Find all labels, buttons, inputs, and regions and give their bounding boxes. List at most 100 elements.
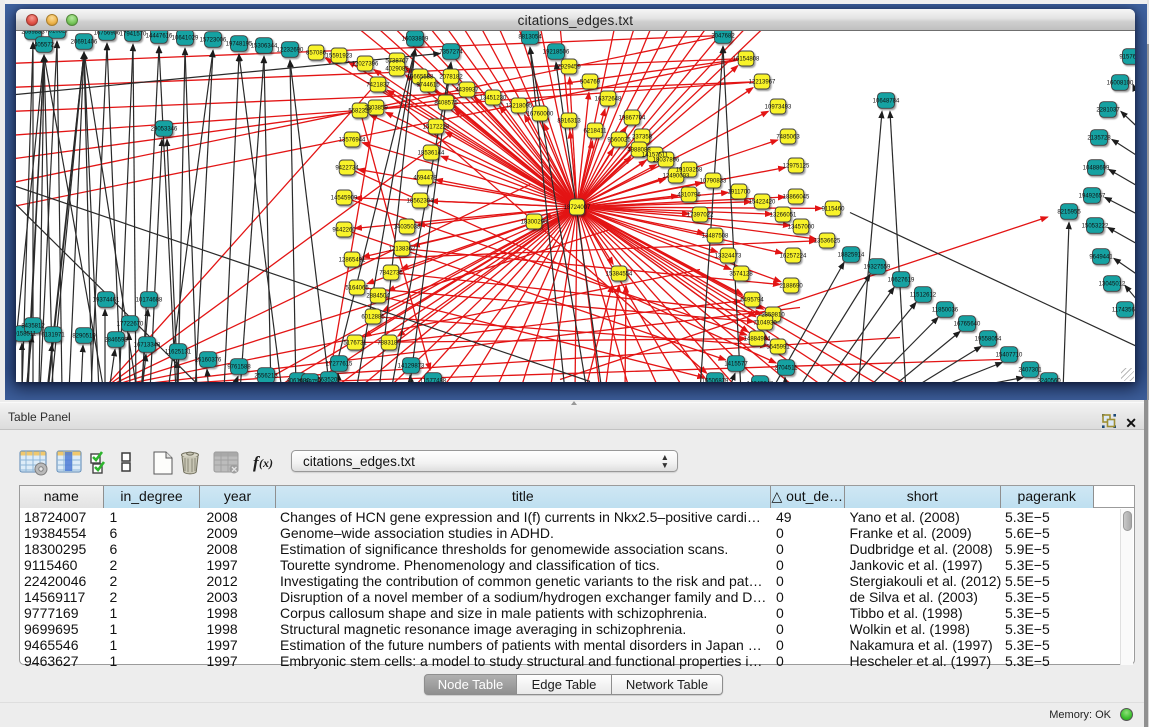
svg-text:2407301: 2407301	[1019, 368, 1043, 374]
svg-text:8408575: 8408575	[435, 101, 459, 107]
svg-text:7929459: 7929459	[558, 65, 582, 71]
svg-text:405572: 405572	[34, 43, 55, 49]
svg-text:16760000: 16760000	[527, 112, 554, 118]
svg-text:7357274: 7357274	[440, 50, 464, 56]
svg-text:19558054: 19558054	[975, 337, 1002, 343]
svg-text:5545991: 5545991	[767, 345, 791, 351]
svg-text:7883180: 7883180	[378, 341, 402, 347]
svg-text:12975125: 12975125	[783, 164, 810, 170]
svg-text:14447616: 14447616	[146, 34, 173, 40]
svg-text:6218411: 6218411	[584, 129, 608, 135]
svg-text:19748195: 19748195	[226, 42, 253, 48]
svg-text:17722670: 17722670	[117, 322, 144, 328]
svg-text:4694478: 4694478	[414, 176, 438, 182]
svg-text:237358: 237358	[632, 135, 653, 141]
svg-text:14129873: 14129873	[398, 364, 425, 370]
svg-text:7485063: 7485063	[777, 135, 801, 141]
svg-text:7842735: 7842735	[380, 271, 404, 277]
svg-text:15591923: 15591923	[326, 54, 353, 60]
svg-text:12232690: 12232690	[277, 48, 304, 54]
svg-text:15723006: 15723006	[200, 38, 227, 44]
svg-text:20691406: 20691406	[71, 40, 98, 46]
svg-text:9560025: 9560025	[608, 138, 632, 144]
svg-text:2281037: 2281037	[1097, 108, 1121, 114]
svg-text:16665588: 16665588	[407, 75, 434, 81]
svg-text:11625131: 11625131	[165, 350, 192, 356]
svg-text:14249848: 14249848	[747, 382, 774, 383]
svg-text:1415577: 1415577	[725, 362, 749, 368]
svg-text:16154808: 16154808	[733, 57, 760, 63]
svg-text:2135728: 2135728	[1088, 136, 1112, 142]
svg-text:10158511: 10158511	[16, 332, 37, 338]
svg-text:5199754: 5199754	[299, 380, 323, 383]
svg-text:13266051: 13266051	[770, 213, 797, 219]
svg-text:16008100: 16008100	[1107, 81, 1134, 87]
svg-text:16713348: 16713348	[134, 343, 161, 349]
svg-text:2099883: 2099883	[22, 31, 46, 36]
svg-text:18825914: 18825914	[838, 253, 865, 259]
svg-text:13451230: 13451230	[480, 96, 507, 102]
svg-text:18037896: 18037896	[653, 158, 680, 164]
svg-text:5164065: 5164065	[346, 286, 370, 292]
svg-text:8916313: 8916313	[558, 119, 582, 125]
svg-text:8290519: 8290519	[73, 334, 97, 340]
svg-text:18536144: 18536144	[418, 151, 445, 157]
svg-text:16033809: 16033809	[402, 37, 429, 43]
svg-text:7104930: 7104930	[754, 321, 778, 327]
svg-text:10174688: 10174688	[136, 298, 163, 304]
svg-text:6131971: 6131971	[42, 333, 66, 339]
svg-text:5738767: 5738767	[386, 59, 410, 65]
svg-text:10790833: 10790833	[700, 179, 727, 185]
svg-text:15172228: 15172228	[423, 125, 450, 131]
svg-text:16257224: 16257224	[780, 254, 807, 260]
svg-text:4029082: 4029082	[386, 67, 410, 73]
svg-text:3240560: 3240560	[1038, 379, 1062, 383]
svg-text:6012885: 6012885	[362, 315, 386, 321]
svg-text:12138362: 12138362	[389, 247, 416, 253]
svg-text:857086: 857086	[306, 51, 327, 57]
svg-text:12490093: 12490093	[663, 174, 690, 180]
svg-text:14884984: 14884984	[744, 337, 771, 343]
svg-text:19327559: 19327559	[864, 265, 891, 271]
svg-text:2047682: 2047682	[712, 34, 736, 40]
svg-text:29053346: 29053346	[151, 127, 178, 133]
svg-text:19374461: 19374461	[93, 298, 120, 304]
svg-text:18300295: 18300295	[521, 220, 548, 226]
svg-text:17941570: 17941570	[120, 32, 147, 38]
svg-text:14035038: 14035038	[394, 225, 421, 231]
svg-text:10648784: 10648784	[873, 99, 900, 105]
svg-text:13457000: 13457000	[788, 225, 815, 231]
svg-text:15306344: 15306344	[251, 44, 278, 50]
svg-text:13487508: 13487508	[702, 234, 729, 240]
svg-text:9649441: 9649441	[1090, 255, 1114, 261]
svg-text:15384554: 15384554	[606, 272, 633, 278]
svg-text:2556213: 2556213	[255, 374, 279, 380]
svg-text:16372648: 16372648	[595, 97, 622, 103]
svg-text:17397022: 17397022	[687, 213, 714, 219]
svg-text:2704511: 2704511	[775, 366, 799, 372]
svg-text:8813054: 8813054	[519, 35, 543, 41]
svg-text:9442260: 9442260	[333, 228, 357, 234]
svg-text:12213967: 12213967	[749, 80, 776, 86]
svg-text:13324473: 13324473	[715, 254, 742, 260]
svg-text:15422420: 15422420	[749, 200, 776, 206]
svg-text:19103258: 19103258	[676, 168, 703, 174]
svg-text:504769: 504769	[580, 80, 601, 86]
svg-text:14545909: 14545909	[331, 196, 358, 202]
svg-text:13045012: 13045012	[1099, 282, 1126, 288]
svg-text:18724007: 18724007	[564, 205, 591, 211]
svg-text:13218095: 13218095	[506, 104, 533, 110]
svg-text:9157659: 9157659	[1120, 55, 1135, 61]
svg-text:10488699: 10488699	[1083, 166, 1110, 172]
svg-text:12027396: 12027396	[352, 62, 379, 68]
svg-text:9761588: 9761588	[228, 365, 252, 371]
svg-text:6495794: 6495794	[741, 298, 765, 304]
svg-text:18562304: 18562304	[407, 199, 434, 205]
svg-text:8215955: 8215955	[1058, 210, 1082, 216]
svg-text:4310796: 4310796	[678, 193, 702, 199]
svg-text:9115460: 9115460	[822, 207, 846, 213]
svg-text:11850036: 11850036	[932, 308, 959, 314]
svg-text:16506879: 16506879	[702, 379, 729, 383]
svg-text:11743564: 11743564	[1112, 308, 1135, 314]
svg-text:19492657: 19492657	[1079, 194, 1106, 200]
